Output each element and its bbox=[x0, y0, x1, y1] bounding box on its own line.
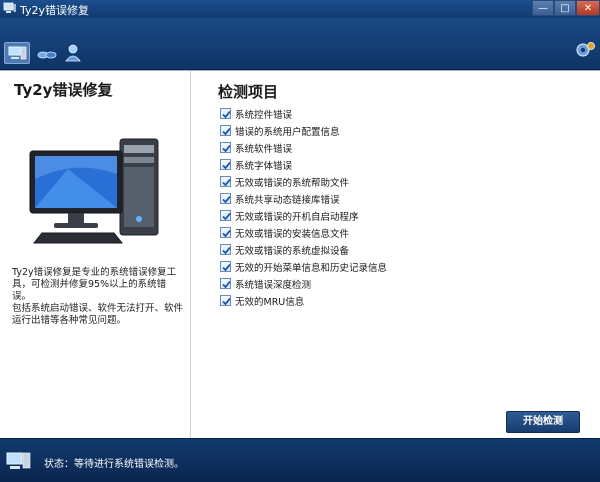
description-line-1: Ty2y错误修复是专业的系统错误修复工具，可检测并修复95%以上的系统错误。 bbox=[12, 267, 177, 302]
checkbox[interactable] bbox=[220, 261, 231, 272]
status-computer-icon bbox=[6, 451, 32, 473]
toolbar bbox=[0, 18, 600, 70]
checkmark-icon bbox=[222, 246, 231, 255]
check-panel-title: 检测项目 bbox=[218, 83, 279, 101]
checkmark-icon bbox=[222, 161, 231, 170]
check-item[interactable]: 无效或错误的系统虚拟设备 bbox=[220, 241, 580, 258]
check-item-label: 无效或错误的系统虚拟设备 bbox=[235, 245, 350, 257]
check-item[interactable]: 系统软件错误 bbox=[220, 139, 580, 156]
checkbox[interactable] bbox=[220, 193, 231, 204]
checkmark-icon bbox=[222, 178, 231, 187]
check-item[interactable]: 系统控件错误 bbox=[220, 105, 580, 122]
check-item[interactable]: 无效或错误的安装信息文件 bbox=[220, 224, 580, 241]
checkmark-icon bbox=[222, 110, 231, 119]
checkbox[interactable] bbox=[220, 142, 231, 153]
window-title: Ty2y错误修复 bbox=[20, 4, 90, 17]
check-item-label: 系统控件错误 bbox=[235, 109, 293, 121]
description-line-2: 包括系统启动错误、软件无法打开、软件运行出错等各种常见问题。 bbox=[12, 303, 184, 326]
checkmark-icon bbox=[222, 144, 231, 153]
checkbox[interactable] bbox=[220, 125, 231, 136]
left-panel-title: Ty2y错误修复 bbox=[14, 81, 113, 99]
check-item[interactable]: 系统字体错误 bbox=[220, 156, 580, 173]
check-item-label: 系统字体错误 bbox=[235, 160, 293, 172]
checkmark-icon bbox=[222, 127, 231, 136]
checkmark-icon bbox=[222, 212, 231, 221]
checkmark-icon bbox=[222, 263, 231, 272]
toolbar-connection-button[interactable] bbox=[34, 42, 60, 64]
check-item-label: 无效或错误的系统帮助文件 bbox=[235, 177, 350, 189]
toolbar-user-button[interactable] bbox=[60, 42, 86, 64]
check-item-label: 系统软件错误 bbox=[235, 143, 293, 155]
left-panel-description: Ty2y错误修复是专业的系统错误修复工具，可检测并修复95%以上的系统错误。 包… bbox=[12, 267, 184, 327]
computer-illustration bbox=[28, 129, 168, 249]
checkbox[interactable] bbox=[220, 227, 231, 238]
checkbox[interactable] bbox=[220, 108, 231, 119]
checkmark-icon bbox=[222, 297, 231, 306]
check-item[interactable]: 无效的开始菜单信息和历史记录信息 bbox=[220, 258, 580, 275]
check-item-label: 错误的系统用户配置信息 bbox=[235, 126, 340, 138]
checkbox[interactable] bbox=[220, 244, 231, 255]
start-scan-button[interactable]: 开始检测 bbox=[506, 411, 580, 433]
status-text: 状态：等待进行系统错误检测。 bbox=[44, 459, 184, 470]
checkbox[interactable] bbox=[220, 210, 231, 221]
check-item[interactable]: 无效或错误的开机自启动程序 bbox=[220, 207, 580, 224]
checkmark-icon bbox=[222, 195, 231, 204]
checkbox[interactable] bbox=[220, 295, 231, 306]
main-panel: Ty2y错误修复 Ty2y错误修复是专业的系统错误修复工具，可检测并修复95%以… bbox=[0, 70, 600, 439]
app-icon bbox=[3, 2, 17, 15]
check-item[interactable]: 无效的MRU信息 bbox=[220, 292, 580, 309]
status-bar: 状态：等待进行系统错误检测。 bbox=[0, 438, 600, 482]
check-item-label: 系统错误深度检测 bbox=[235, 279, 312, 291]
check-item[interactable]: 无效或错误的系统帮助文件 bbox=[220, 173, 580, 190]
checkbox[interactable] bbox=[220, 176, 231, 187]
settings-gear-icon[interactable] bbox=[574, 40, 596, 58]
maximize-button[interactable]: □ bbox=[554, 0, 576, 16]
check-item-label: 无效的开始菜单信息和历史记录信息 bbox=[235, 262, 388, 274]
check-item-label: 系统共享动态链接库错误 bbox=[235, 194, 340, 206]
check-item-label: 无效或错误的开机自启动程序 bbox=[235, 211, 359, 223]
check-list: 系统控件错误错误的系统用户配置信息 系统软件错误 系统字体错误无效或错误的系统帮助文… bbox=[220, 105, 580, 309]
check-item[interactable]: 系统共享动态链接库错误 bbox=[220, 190, 580, 207]
checkmark-icon bbox=[222, 280, 231, 289]
toolbar-computer-button[interactable] bbox=[4, 42, 30, 64]
minimize-button[interactable]: — bbox=[532, 0, 554, 16]
checkmark-icon bbox=[222, 229, 231, 238]
check-item-label: 无效或错误的安装信息文件 bbox=[235, 228, 350, 240]
close-button[interactable]: ✕ bbox=[576, 0, 600, 16]
panel-divider bbox=[190, 71, 191, 439]
check-item[interactable]: 系统错误深度检测 bbox=[220, 275, 580, 292]
check-item[interactable]: 错误的系统用户配置信息 bbox=[220, 122, 580, 139]
checkbox[interactable] bbox=[220, 159, 231, 170]
check-item-label: 无效的MRU信息 bbox=[235, 296, 305, 308]
checkbox[interactable] bbox=[220, 278, 231, 289]
title-bar: Ty2y错误修复 — □ ✕ bbox=[0, 0, 600, 18]
